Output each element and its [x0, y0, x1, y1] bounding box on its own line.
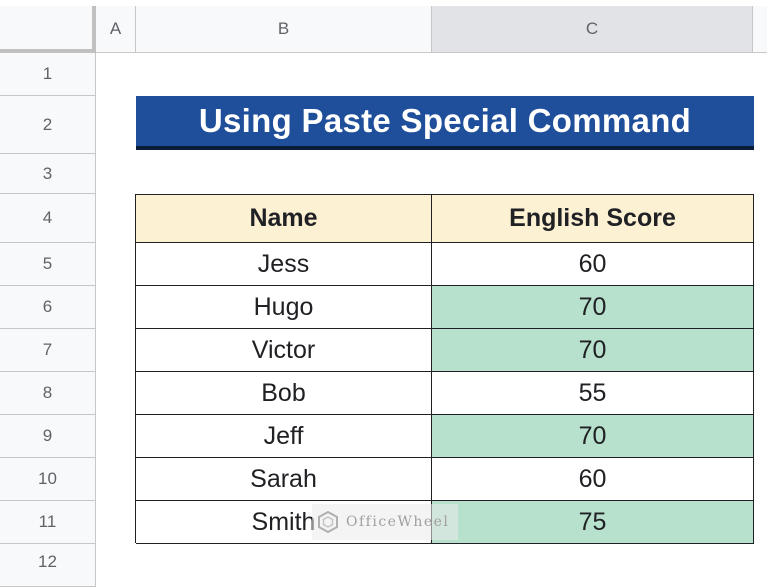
- cell-score[interactable]: 55: [432, 372, 754, 415]
- header-name[interactable]: Name: [136, 195, 432, 243]
- cell-score-highlighted[interactable]: 70: [432, 286, 754, 329]
- column-header-a[interactable]: A: [96, 6, 136, 53]
- column-header-b[interactable]: B: [136, 6, 432, 53]
- cell-score-highlighted[interactable]: 70: [432, 415, 754, 458]
- select-all-corner[interactable]: [0, 6, 96, 53]
- watermark-text: OfficeWheel: [346, 514, 450, 530]
- cell-name[interactable]: Jess: [136, 243, 432, 286]
- row-header-10[interactable]: 10: [0, 458, 96, 501]
- row-header-7[interactable]: 7: [0, 329, 96, 372]
- header-english-score[interactable]: English Score: [432, 195, 754, 243]
- cell-score-highlighted[interactable]: 70: [432, 329, 754, 372]
- row-header-12[interactable]: 12: [0, 544, 96, 587]
- row-header-9[interactable]: 9: [0, 415, 96, 458]
- officewheel-watermark: OfficeWheel: [312, 504, 458, 540]
- title-banner[interactable]: Using Paste Special Command: [136, 96, 754, 150]
- cell-score[interactable]: 60: [432, 458, 754, 501]
- cell-score[interactable]: 60: [432, 243, 754, 286]
- row-header-3[interactable]: 3: [0, 154, 96, 194]
- officewheel-logo-icon: [318, 510, 338, 534]
- row-header-5[interactable]: 5: [0, 243, 96, 286]
- row-header-4[interactable]: 4: [0, 194, 96, 243]
- row-header-11[interactable]: 11: [0, 501, 96, 544]
- row-header-2[interactable]: 2: [0, 96, 96, 154]
- column-header-c[interactable]: C: [432, 6, 753, 53]
- cell-score-highlighted[interactable]: 75: [432, 501, 754, 544]
- cell-name[interactable]: Sarah: [136, 458, 432, 501]
- cell-name[interactable]: Victor: [136, 329, 432, 372]
- row-header-1[interactable]: 1: [0, 53, 96, 96]
- row-header-6[interactable]: 6: [0, 286, 96, 329]
- row-header-8[interactable]: 8: [0, 372, 96, 415]
- cell-name[interactable]: Hugo: [136, 286, 432, 329]
- cell-name[interactable]: Bob: [136, 372, 432, 415]
- cell-name[interactable]: Jeff: [136, 415, 432, 458]
